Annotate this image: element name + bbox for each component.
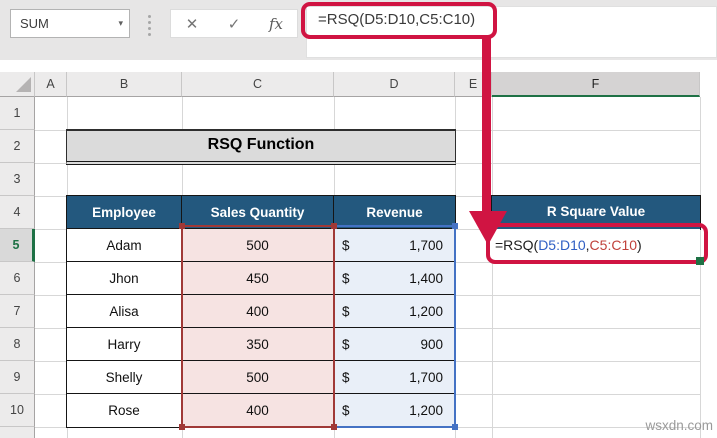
gridline bbox=[492, 97, 493, 438]
row-header-5[interactable]: 5 bbox=[0, 229, 35, 262]
row-header-4[interactable]: 4 bbox=[0, 196, 35, 229]
row-header-8[interactable]: 8 bbox=[0, 328, 35, 361]
formula-range-c5-c10 bbox=[179, 223, 337, 430]
range-handle[interactable] bbox=[179, 424, 185, 430]
annotation-arrow-head-icon bbox=[469, 211, 507, 245]
select-all-triangle-icon bbox=[16, 77, 31, 92]
range-handle[interactable] bbox=[452, 424, 458, 430]
enter-icon[interactable]: ✓ bbox=[213, 10, 255, 37]
row-header-2[interactable]: 2 bbox=[0, 130, 35, 163]
cell-employee[interactable]: Adam bbox=[67, 229, 182, 262]
cell-employee[interactable]: Alisa bbox=[67, 295, 182, 328]
row-header-6[interactable]: 6 bbox=[0, 262, 35, 295]
cell-employee[interactable]: Rose bbox=[67, 394, 182, 427]
table-header-employee[interactable]: Employee bbox=[67, 196, 182, 229]
cell-fill-handle[interactable] bbox=[696, 257, 704, 265]
column-header-b[interactable]: B bbox=[67, 72, 182, 97]
column-header-a[interactable]: A bbox=[35, 72, 67, 97]
cell-employee[interactable]: Shelly bbox=[67, 361, 182, 394]
row-header-7[interactable]: 7 bbox=[0, 295, 35, 328]
drag-grip-icon bbox=[148, 15, 151, 36]
insert-function-icon[interactable]: fx bbox=[255, 10, 297, 37]
range-handle[interactable] bbox=[331, 223, 337, 229]
row-header-10[interactable]: 10 bbox=[0, 394, 35, 427]
cell-employee[interactable]: Harry bbox=[67, 328, 182, 361]
excel-window: SUM ▾ ✕ ✓ fx =RSQ(D5:D10,C5:C10) A B C D… bbox=[0, 0, 717, 438]
column-header-f[interactable]: F bbox=[492, 72, 700, 97]
cancel-icon[interactable]: ✕ bbox=[171, 10, 213, 37]
formula-buttons: ✕ ✓ fx bbox=[170, 9, 298, 38]
range-handle[interactable] bbox=[452, 223, 458, 229]
name-box-value: SUM bbox=[20, 16, 49, 31]
annotation-arrow-stem bbox=[482, 36, 491, 212]
row-header-1[interactable]: 1 bbox=[0, 97, 35, 130]
sheet-title: RSQ Function bbox=[66, 129, 456, 165]
watermark: wsxdn.com bbox=[645, 418, 713, 433]
row-header-3[interactable]: 3 bbox=[0, 163, 35, 196]
formula-range-d5-d10 bbox=[331, 223, 458, 430]
chevron-down-icon[interactable]: ▾ bbox=[118, 18, 123, 29]
select-all-button[interactable] bbox=[0, 72, 35, 97]
range-handle[interactable] bbox=[179, 223, 185, 229]
name-box[interactable]: SUM ▾ bbox=[10, 9, 130, 38]
column-header-d[interactable]: D bbox=[334, 72, 455, 97]
formula-bar-highlight-box bbox=[301, 2, 497, 39]
result-cell-highlight-box bbox=[486, 223, 708, 264]
cell-employee[interactable]: Jhon bbox=[67, 262, 182, 295]
range-handle[interactable] bbox=[331, 424, 337, 430]
row-header-9[interactable]: 9 bbox=[0, 361, 35, 394]
column-header-c[interactable]: C bbox=[182, 72, 334, 97]
gridline bbox=[700, 97, 701, 438]
